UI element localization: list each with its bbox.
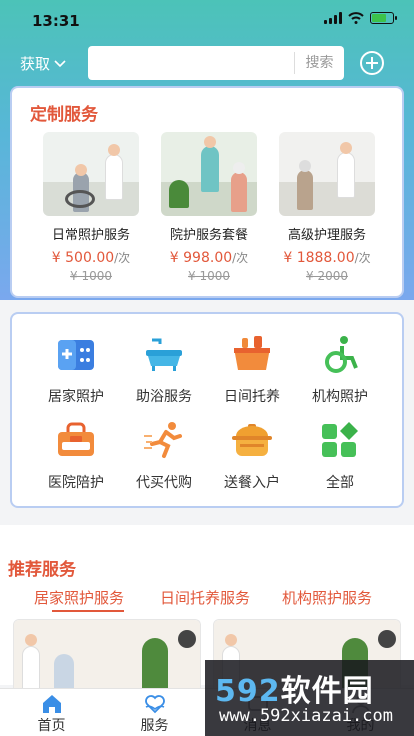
package-price: ¥ 500.00/次	[51, 250, 131, 266]
wheelchair-icon	[325, 336, 358, 373]
package-image	[43, 132, 139, 216]
tab-daycare[interactable]: 日间托养服务	[160, 587, 250, 608]
hospital-escort-icon	[58, 422, 94, 456]
grid-item-home-care[interactable]: 居家照护	[32, 326, 120, 406]
tab-home[interactable]: 首页	[0, 689, 103, 736]
tab-service[interactable]: 服务	[103, 689, 206, 736]
status-time: 13:31	[32, 12, 80, 30]
tab-label: 首页	[37, 718, 66, 734]
runner-icon	[144, 422, 182, 458]
grid-item-daycare[interactable]: 日间托养	[208, 326, 296, 406]
meal-pot-icon	[232, 424, 272, 456]
cellular-signal-icon	[324, 12, 342, 24]
search-button[interactable]: 搜索	[294, 52, 344, 74]
package-card[interactable]: 高级护理服务 ¥ 1888.00/次 ¥ 2000	[268, 132, 386, 292]
package-original-price: ¥ 2000	[306, 269, 348, 283]
bathtub-icon	[146, 338, 182, 371]
package-name: 院护服务套餐	[169, 228, 248, 243]
grid-label: 机构照护	[312, 389, 368, 405]
tab-institution-care[interactable]: 机构照护服务	[282, 587, 372, 608]
package-price: ¥ 1888.00/次	[283, 250, 371, 266]
package-card[interactable]: 院护服务套餐 ¥ 998.00/次 ¥ 1000	[150, 132, 268, 292]
location-label: 获取	[20, 55, 51, 73]
chevron-down-icon	[54, 59, 66, 67]
grid-label: 医院陪护	[48, 475, 104, 491]
home-icon	[42, 695, 61, 713]
grid-item-all[interactable]: 全部	[296, 412, 384, 492]
recommended-title: 推荐服务	[8, 560, 76, 580]
grid-label: 助浴服务	[136, 389, 192, 405]
custom-services-card: 定制服务 日常照护服务 ¥ 500.00/次 ¥ 1000 院护服务套餐 ¥ 9…	[10, 86, 404, 298]
package-original-price: ¥ 1000	[188, 269, 230, 283]
package-original-price: ¥ 1000	[70, 269, 112, 283]
search-row: 获取 搜索	[0, 44, 414, 82]
grid-label: 居家照护	[48, 389, 104, 405]
all-grid-icon	[322, 422, 358, 457]
custom-services-title: 定制服务	[30, 105, 98, 125]
tab-home-care[interactable]: 居家照护服务	[34, 587, 125, 612]
grid-item-meal[interactable]: 送餐入户	[208, 412, 296, 492]
service-grid-card: 居家照护 助浴服务 日间托养 机构照护 医院陪护 代买代购 送餐入户 全部	[10, 312, 404, 508]
package-name: 日常照护服务	[51, 228, 130, 243]
grid-item-institution[interactable]: 机构照护	[296, 326, 384, 406]
watermark: 592软件园 www.592xiazai.com	[205, 660, 414, 736]
status-bar: 13:31	[0, 0, 414, 40]
grid-label: 送餐入户	[224, 475, 280, 491]
package-image	[279, 132, 375, 216]
package-card[interactable]: 日常照护服务 ¥ 500.00/次 ¥ 1000	[32, 132, 150, 292]
package-name: 高级护理服务	[287, 228, 366, 243]
recommended-thumbnail[interactable]	[13, 619, 201, 689]
grid-label: 日间托养	[224, 389, 280, 405]
wifi-icon	[348, 12, 364, 24]
battery-icon	[370, 12, 397, 24]
daycare-basket-icon	[234, 336, 270, 370]
home-care-icon	[58, 340, 94, 370]
search-box: 搜索	[88, 46, 344, 80]
watermark-url: www.592xiazai.com	[219, 706, 393, 726]
package-price: ¥ 998.00/次	[169, 250, 249, 266]
service-packages: 日常照护服务 ¥ 500.00/次 ¥ 1000 院护服务套餐 ¥ 998.00…	[12, 132, 402, 292]
grid-item-hospital-escort[interactable]: 医院陪护	[32, 412, 120, 492]
status-icons	[324, 12, 397, 24]
grid-label: 代买代购	[136, 475, 192, 491]
location-selector[interactable]: 获取	[20, 53, 66, 74]
grid-item-shopping[interactable]: 代买代购	[120, 412, 208, 492]
watermark-logo: 592软件园	[215, 674, 374, 709]
tab-label: 服务	[140, 718, 169, 734]
add-plus-icon[interactable]	[360, 51, 384, 75]
service-heart-icon	[144, 695, 165, 714]
grid-label: 全部	[326, 475, 354, 491]
recommended-tabs: 居家照护服务 日间托养服务 机构照护服务	[0, 587, 414, 612]
package-image	[161, 132, 257, 216]
grid-item-bath[interactable]: 助浴服务	[120, 326, 208, 406]
search-input[interactable]	[94, 51, 290, 75]
